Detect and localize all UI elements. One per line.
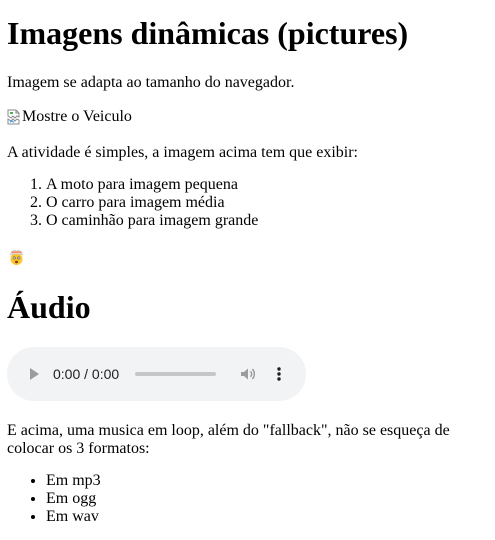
formats-list: Em mp3 Em ogg Em wav bbox=[7, 472, 101, 526]
audio-time: 0:00 / 0:00 bbox=[53, 366, 120, 382]
page: Imagens dinâmicas (pictures) Imagem se a… bbox=[0, 0, 495, 540]
vehicle-image: Mostre o Veiculo bbox=[7, 108, 132, 126]
more-options-icon[interactable] bbox=[273, 365, 285, 383]
list-item: A moto para imagem pequena bbox=[46, 176, 258, 194]
exploding-head-emoji-icon bbox=[8, 249, 25, 266]
list-item: Em wav bbox=[46, 508, 101, 526]
vehicle-image-alt: Mostre o Veiculo bbox=[22, 108, 132, 125]
list-item: O caminhão para imagem grande bbox=[46, 212, 258, 230]
pictures-intro: Imagem se adapta ao tamanho do navegador… bbox=[7, 74, 295, 91]
play-icon[interactable] bbox=[25, 365, 43, 383]
broken-image-icon bbox=[7, 109, 21, 125]
list-item: Em mp3 bbox=[46, 472, 101, 490]
audio-progress-slider[interactable] bbox=[135, 372, 216, 376]
volume-icon[interactable] bbox=[239, 365, 257, 383]
list-item: Em ogg bbox=[46, 490, 101, 508]
audio-player[interactable]: 0:00 / 0:00 bbox=[7, 347, 306, 401]
list-item: O carro para imagem média bbox=[46, 194, 258, 212]
pictures-heading: Imagens dinâmicas (pictures) bbox=[7, 15, 409, 51]
audio-heading: Áudio bbox=[7, 289, 91, 325]
audio-description: E acima, uma musica em loop, além do "fa… bbox=[7, 422, 450, 457]
activity-text: A atividade é simples, a imagem acima te… bbox=[7, 144, 358, 161]
activity-list: A moto para imagem pequena O carro para … bbox=[7, 176, 258, 230]
